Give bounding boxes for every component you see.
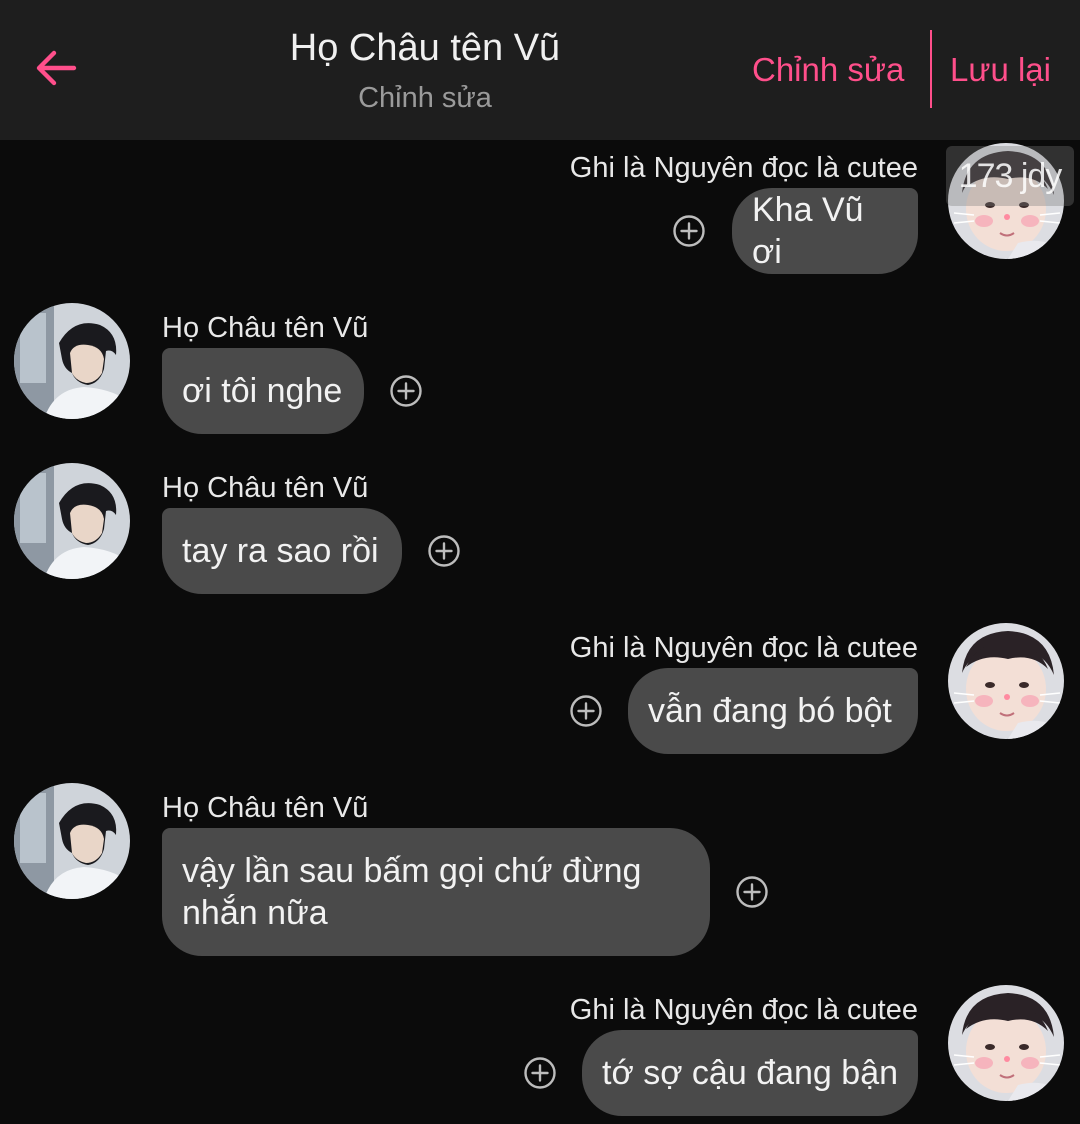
message-bubble[interactable]: vậy lần sau bấm gọi chứ đừng nhắn nữa (162, 828, 710, 956)
page-subtitle: Chỉnh sửa (358, 82, 492, 114)
sender-name: Họ Châu tên Vũ (162, 792, 369, 824)
back-button[interactable] (28, 40, 84, 96)
message-bubble[interactable]: tay ra sao rồi (162, 508, 402, 594)
sender-name: Họ Châu tên Vũ (162, 472, 369, 504)
arrow-left-icon (36, 50, 77, 86)
sender-name: Ghi là Nguyên đọc là cutee (569, 152, 918, 184)
header-title-block: Họ Châu tên Vũ Chỉnh sửa (190, 24, 660, 118)
page-title: Họ Châu tên Vũ (289, 27, 561, 69)
avatar[interactable] (14, 783, 130, 899)
save-button[interactable]: Lưu lại (950, 48, 1051, 92)
avatar[interactable] (14, 303, 130, 419)
edit-button[interactable]: Chỉnh sửa (752, 48, 904, 92)
add-reaction-icon[interactable] (389, 374, 423, 408)
sender-name: Ghi là Nguyên đọc là cutee (569, 994, 918, 1026)
avatar[interactable] (14, 463, 130, 579)
message-bubble[interactable]: ơi tôi nghe (162, 348, 364, 434)
message-bubble[interactable]: Kha Vũ ơi (732, 188, 918, 274)
avatar[interactable] (948, 623, 1064, 739)
message-bubble[interactable]: tớ sợ cậu đang bận (582, 1030, 918, 1116)
add-reaction-icon[interactable] (569, 694, 603, 728)
header-divider (930, 30, 932, 108)
sender-name: Ghi là Nguyên đọc là cutee (569, 632, 918, 664)
message-bubble[interactable]: vẫn đang bó bột (628, 668, 918, 754)
app-header: Họ Châu tên Vũ Chỉnh sửa Chỉnh sửa Lưu l… (0, 0, 1080, 140)
add-reaction-icon[interactable] (523, 1056, 557, 1090)
avatar[interactable] (948, 985, 1064, 1101)
add-reaction-icon[interactable] (672, 214, 706, 248)
add-reaction-icon[interactable] (735, 875, 769, 909)
add-reaction-icon[interactable] (427, 534, 461, 568)
watermark-label: 173 jdy (946, 146, 1074, 206)
chat-thread: Ghi là Nguyên đọc là cutee Kha Vũ ơi Họ … (0, 140, 1080, 1124)
sender-name: Họ Châu tên Vũ (162, 312, 369, 344)
